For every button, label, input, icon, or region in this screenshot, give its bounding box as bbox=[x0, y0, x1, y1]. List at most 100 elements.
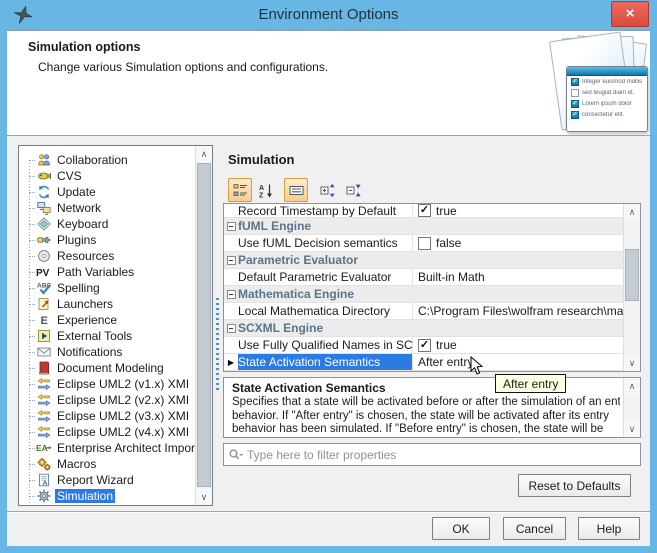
tree-item-spelling[interactable]: ABCSpelling bbox=[21, 280, 194, 296]
checked-checkbox-icon: ✓ bbox=[571, 100, 579, 108]
titlebar[interactable]: Environment Options × bbox=[0, 0, 657, 30]
collapse-group-icon[interactable] bbox=[227, 256, 236, 265]
description-scroll-up-icon[interactable]: ∧ bbox=[624, 378, 640, 394]
group-expander-cell[interactable] bbox=[224, 290, 238, 299]
ok-button[interactable]: OK bbox=[432, 517, 490, 540]
property-name: Parametric Evaluator bbox=[238, 252, 623, 268]
property-row-use-fuml-decision-semantics[interactable]: Use fUML Decision semanticsfalse bbox=[224, 235, 623, 252]
unchecked-checkbox[interactable] bbox=[418, 237, 431, 250]
checklist-titlebar bbox=[567, 67, 647, 76]
tree-item-resources[interactable]: Resources bbox=[21, 248, 194, 264]
group-by-category-icon bbox=[233, 183, 248, 198]
tree-item-enterprise-architect-import[interactable]: EAEnterprise Architect Import bbox=[21, 440, 194, 456]
show-description-icon bbox=[289, 183, 304, 198]
property-row-state-activation-semantics[interactable]: ▶State Activation SemanticsAfter entry bbox=[224, 354, 623, 371]
group-by-category-button[interactable] bbox=[228, 178, 252, 202]
tree-item-eclipse-uml2-v3-x-xmi[interactable]: Eclipse UML2 (v3.x) XMI bbox=[21, 408, 194, 424]
tree-item-network[interactable]: Network bbox=[21, 200, 194, 216]
checked-checkbox[interactable]: ✓ bbox=[418, 204, 431, 217]
header-graphic-checklist: ✓Integer euismod mollissed feugiat diam … bbox=[566, 66, 648, 132]
property-value-cell[interactable]: ✓true bbox=[412, 204, 623, 217]
tree-item-launchers[interactable]: Launchers bbox=[21, 296, 194, 312]
tree-item-document-modeling[interactable]: Document Modeling bbox=[21, 360, 194, 376]
filter-properties-input[interactable] bbox=[247, 448, 636, 462]
group-expander-cell[interactable] bbox=[224, 256, 238, 265]
tree-item-external-tools[interactable]: External Tools bbox=[21, 328, 194, 344]
tree-item-update[interactable]: Update bbox=[21, 184, 194, 200]
property-name: Mathematica Engine bbox=[238, 286, 623, 302]
tree-item-eclipse-uml2-v1-x-xmi[interactable]: Eclipse UML2 (v1.x) XMI bbox=[21, 376, 194, 392]
checklist-label: Lorem ipsum dolor bbox=[582, 101, 632, 107]
property-group-fuml-engine[interactable]: fUML Engine bbox=[224, 218, 623, 235]
tree-item-label: Eclipse UML2 (v4.x) XMI bbox=[55, 425, 191, 439]
tree-item-label: Spelling bbox=[55, 281, 102, 295]
footer-separator bbox=[7, 511, 650, 513]
plugins-icon bbox=[36, 233, 52, 247]
checklist-row: sed feugiat diam et. bbox=[567, 87, 647, 98]
properties-scroll-up-icon[interactable]: ∧ bbox=[624, 204, 640, 220]
options-tree: CollaborationCVSUpdateNetworkKeyboardPlu… bbox=[21, 152, 194, 504]
property-value-cell[interactable]: After entry bbox=[412, 354, 623, 370]
value-tooltip: After entry bbox=[495, 374, 566, 393]
collapse-group-icon[interactable] bbox=[227, 222, 236, 231]
tree-item-notifications[interactable]: Notifications bbox=[21, 344, 194, 360]
checked-checkbox[interactable]: ✓ bbox=[418, 339, 431, 352]
property-group-scxml-engine[interactable]: SCXML Engine bbox=[224, 320, 623, 337]
property-row-default-parametric-evaluator[interactable]: Default Parametric Evaluator Built-in Mat… bbox=[224, 269, 623, 286]
tree-item-collaboration[interactable]: Collaboration bbox=[21, 152, 194, 168]
macros-icon bbox=[36, 457, 52, 471]
properties-scrollbar-thumb[interactable] bbox=[625, 249, 639, 301]
checklist-row: ✓Lorem ipsum dolor bbox=[567, 98, 647, 109]
expand-all-button[interactable] bbox=[316, 178, 340, 202]
collapse-group-icon[interactable] bbox=[227, 324, 236, 333]
group-expander-cell[interactable] bbox=[224, 222, 238, 231]
path-variables-icon: PV bbox=[36, 265, 52, 279]
properties-scroll-down-icon[interactable]: ∨ bbox=[624, 355, 640, 371]
tree-item-simulation[interactable]: Simulation bbox=[21, 488, 194, 504]
property-name: Default Parametric Evaluator bbox=[238, 269, 412, 285]
sort-alphabetically-button[interactable]: AZ bbox=[254, 178, 278, 202]
description-scroll-down-icon[interactable]: ∨ bbox=[624, 421, 640, 437]
property-row-use-fully-qualified-names-in-scx[interactable]: Use Fully Qualified Names in SCX...✓true bbox=[224, 337, 623, 354]
tree-item-label: Macros bbox=[55, 457, 98, 471]
property-group-mathematica-engine[interactable]: Mathematica Engine bbox=[224, 286, 623, 303]
property-value: Built-in Math bbox=[418, 270, 485, 284]
show-description-button[interactable] bbox=[284, 178, 308, 202]
tree-scrollbar-thumb[interactable] bbox=[197, 163, 211, 487]
tree-item-experience[interactable]: EExperience bbox=[21, 312, 194, 328]
eclipse-uml2-icon bbox=[36, 393, 52, 407]
tree-item-macros[interactable]: Macros bbox=[21, 456, 194, 472]
reset-to-defaults-button[interactable]: Reset to Defaults bbox=[518, 474, 631, 497]
tree-item-plugins[interactable]: Plugins bbox=[21, 232, 194, 248]
property-value-cell[interactable]: C:\Program Files\wolfram research\math bbox=[412, 303, 623, 319]
filter-dropdown-caret-icon bbox=[240, 454, 244, 456]
property-value-cell[interactable]: false bbox=[412, 235, 623, 251]
group-expander-cell[interactable] bbox=[224, 324, 238, 333]
property-row-local-mathematica-directory[interactable]: Local Mathematica DirectoryC:\Program Fi… bbox=[224, 303, 623, 320]
tree-item-eclipse-uml2-v4-x-xmi[interactable]: Eclipse UML2 (v4.x) XMI bbox=[21, 424, 194, 440]
property-row-record-timestamp-by-default[interactable]: Record Timestamp by Default✓true bbox=[224, 204, 623, 218]
tree-item-label: Network bbox=[55, 201, 103, 215]
tree-item-report-wizard[interactable]: AReport Wizard bbox=[21, 472, 194, 488]
property-group-parametric-evaluator[interactable]: Parametric Evaluator bbox=[224, 252, 623, 269]
close-button[interactable]: × bbox=[611, 1, 649, 27]
tree-item-eclipse-uml2-v2-x-xmi[interactable]: Eclipse UML2 (v2.x) XMI bbox=[21, 392, 194, 408]
description-line: behavior has been simulated. If "Before … bbox=[232, 423, 620, 437]
help-button[interactable]: Help bbox=[578, 517, 640, 540]
search-icon[interactable] bbox=[228, 448, 244, 462]
property-value-cell[interactable]: Built-in Math bbox=[412, 269, 623, 285]
property-value: true bbox=[436, 338, 457, 352]
checklist-row: ✓consectetur elit. bbox=[567, 109, 647, 120]
property-value-cell[interactable]: ✓ true bbox=[412, 337, 623, 353]
tree-item-keyboard[interactable]: Keyboard bbox=[21, 216, 194, 232]
cancel-button[interactable]: Cancel bbox=[503, 517, 566, 540]
collapse-all-button[interactable] bbox=[342, 178, 366, 202]
launchers-icon bbox=[36, 297, 52, 311]
collapse-group-icon[interactable] bbox=[227, 290, 236, 299]
tree-item-path-variables[interactable]: PVPath Variables bbox=[21, 264, 194, 280]
tree-scroll-up-icon[interactable]: ∧ bbox=[196, 146, 212, 162]
tree-item-cvs[interactable]: CVS bbox=[21, 168, 194, 184]
panel-splitter-handle[interactable] bbox=[216, 298, 220, 392]
tree-scroll-down-icon[interactable]: ∨ bbox=[196, 489, 212, 505]
tree-item-label: CVS bbox=[55, 169, 84, 183]
